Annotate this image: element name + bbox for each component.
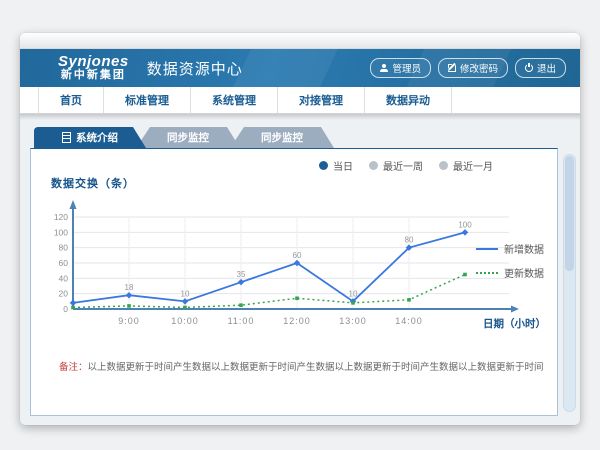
chart-legend: 新增数据 更新数据	[476, 241, 544, 280]
header-actions: 管理员 修改密码 退出	[370, 49, 566, 87]
page-background: Synjones 新中新集团 数据资源中心 管理员 修改密码 退出	[0, 0, 600, 450]
svg-text:10:00: 10:00	[171, 316, 199, 326]
tab-bar: 系统介绍 同步监控 同步监控	[34, 127, 580, 148]
admin-user-button[interactable]: 管理员	[370, 58, 431, 78]
admin-user-label: 管理员	[392, 61, 421, 75]
legend-updated-data: 更新数据	[476, 265, 544, 280]
window-top-strip	[20, 33, 580, 49]
legend-label: 更新数据	[504, 265, 544, 280]
tab-label: 同步监控	[261, 130, 303, 145]
logout-button[interactable]: 退出	[515, 58, 566, 78]
filter-last-month[interactable]: 最近一月	[439, 158, 493, 173]
change-password-button[interactable]: 修改密码	[438, 58, 508, 78]
svg-text:100: 100	[458, 220, 472, 229]
document-icon	[62, 132, 71, 143]
tab-system-intro[interactable]: 系统介绍	[34, 127, 146, 148]
radio-icon	[369, 161, 378, 170]
nav-item-home[interactable]: 首页	[38, 87, 104, 113]
svg-text:12:00: 12:00	[283, 316, 311, 326]
app-title: 数据资源中心	[147, 58, 243, 79]
svg-text:9:00: 9:00	[118, 316, 140, 326]
brand-logo-text: Synjones	[58, 54, 129, 70]
tab-sync-monitor-1[interactable]: 同步监控	[136, 127, 240, 148]
brand-logo: Synjones 新中新集团	[58, 54, 129, 81]
legend-new-data: 新增数据	[476, 241, 544, 256]
power-icon	[525, 64, 533, 72]
svg-text:20: 20	[59, 289, 69, 299]
line-chart: 0 20 40 60 80 100 120 9:00 10:00 11:00 12:00 13:00 1…	[43, 193, 548, 343]
nav-item-standard-mgmt[interactable]: 标准管理	[104, 87, 191, 113]
svg-text:120: 120	[54, 212, 68, 222]
svg-text:60: 60	[59, 258, 69, 268]
filter-label: 当日	[333, 158, 353, 173]
logout-label: 退出	[537, 61, 556, 75]
svg-text:35: 35	[237, 270, 246, 279]
svg-text:14:00: 14:00	[395, 316, 423, 326]
nav-item-system-mgmt[interactable]: 系统管理	[191, 87, 278, 113]
user-icon	[380, 64, 388, 72]
svg-text:40: 40	[59, 273, 69, 283]
svg-text:10: 10	[349, 289, 358, 298]
nav-item-interface-mgmt[interactable]: 对接管理	[278, 87, 365, 113]
filter-today[interactable]: 当日	[319, 158, 353, 173]
svg-text:80: 80	[405, 236, 414, 245]
scrollbar[interactable]	[563, 154, 576, 412]
dotted-line-icon	[476, 272, 498, 274]
filter-label: 最近一月	[453, 158, 493, 173]
app-window: Synjones 新中新集团 数据资源中心 管理员 修改密码 退出	[20, 33, 580, 425]
footnote-prefix: 备注：	[59, 362, 88, 373]
radio-icon	[439, 161, 448, 170]
scrollbar-thumb[interactable]	[565, 156, 574, 271]
app-header: Synjones 新中新集团 数据资源中心 管理员 修改密码 退出	[20, 49, 580, 87]
svg-text:60: 60	[293, 251, 302, 260]
radio-selected-icon	[319, 161, 328, 170]
svg-text:10: 10	[181, 289, 190, 298]
svg-text:13:00: 13:00	[339, 316, 367, 326]
chart-panel: 当日 最近一周 最近一月 数据交换（条） 0 20 40 60 80 100 120 9:00…	[30, 148, 558, 416]
chart-y-axis-title: 数据交换（条）	[51, 175, 135, 191]
tab-sync-monitor-2[interactable]: 同步监控	[230, 127, 334, 148]
svg-text:100: 100	[54, 227, 68, 237]
svg-text:日期（小时）: 日期（小时）	[483, 317, 546, 330]
legend-label: 新增数据	[504, 241, 544, 256]
svg-text:0: 0	[63, 304, 68, 314]
tab-label: 同步监控	[167, 130, 209, 145]
nav-item-data-change[interactable]: 数据异动	[365, 87, 452, 113]
svg-text:18: 18	[125, 283, 134, 292]
nav-shadow	[20, 114, 580, 120]
change-password-label: 修改密码	[460, 61, 498, 75]
footnote: 备注：以上数据更新于时间产生数据以上数据更新于时间产生数据以上数据更新于时间产生…	[59, 359, 543, 373]
time-range-filters: 当日 最近一周 最近一月	[319, 158, 493, 173]
filter-last-week[interactable]: 最近一周	[369, 158, 423, 173]
footnote-text: 以上数据更新于时间产生数据以上数据更新于时间产生数据以上数据更新于时间产生数据以…	[88, 362, 543, 373]
solid-line-icon	[476, 248, 498, 250]
brand-logo-subtext: 新中新集团	[58, 70, 129, 82]
main-nav: 首页 标准管理 系统管理 对接管理 数据异动	[20, 87, 580, 114]
tab-label: 系统介绍	[76, 130, 118, 145]
svg-text:80: 80	[59, 243, 69, 253]
edit-icon	[448, 64, 456, 72]
filter-label: 最近一周	[383, 158, 423, 173]
svg-text:11:00: 11:00	[228, 316, 255, 326]
